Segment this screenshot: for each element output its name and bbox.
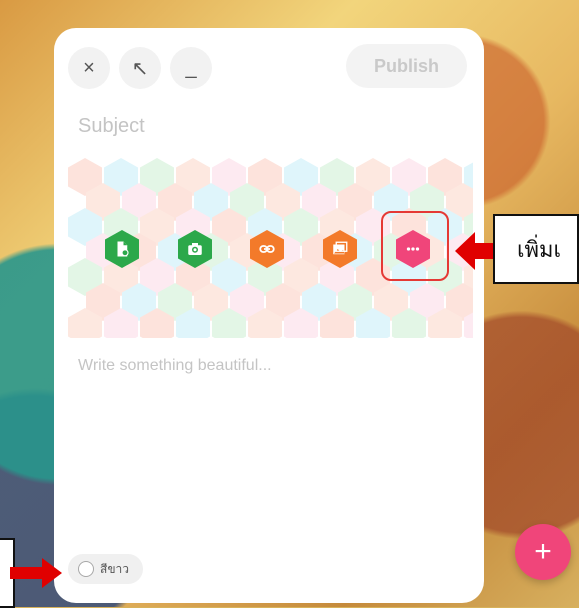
close-button[interactable]: × <box>68 47 110 89</box>
minimize-icon: _ <box>185 56 197 79</box>
camera-icon <box>188 243 202 255</box>
highlight-box <box>381 211 449 281</box>
color-chip[interactable]: สีขาว <box>68 554 143 584</box>
annotation-arrow-right-icon <box>10 558 62 588</box>
expand-icon: ↖ <box>131 57 149 80</box>
publish-button[interactable]: Publish <box>346 44 467 88</box>
subject-input[interactable]: Subject <box>78 115 145 138</box>
color-chip-label: สีขาว <box>100 561 130 576</box>
color-radio[interactable] <box>78 561 94 577</box>
plus-icon: + <box>534 535 552 568</box>
add-fab-button[interactable]: + <box>515 524 571 580</box>
file-icon <box>117 241 129 257</box>
annotation-label: เพิ่มเ <box>493 214 579 284</box>
link-icon <box>259 245 275 253</box>
close-icon: × <box>83 56 95 79</box>
expand-button[interactable]: ↖ <box>119 47 161 89</box>
image-icon <box>333 241 348 255</box>
minimize-button[interactable]: _ <box>170 47 212 89</box>
body-input[interactable]: Write something beautiful... <box>78 357 272 375</box>
